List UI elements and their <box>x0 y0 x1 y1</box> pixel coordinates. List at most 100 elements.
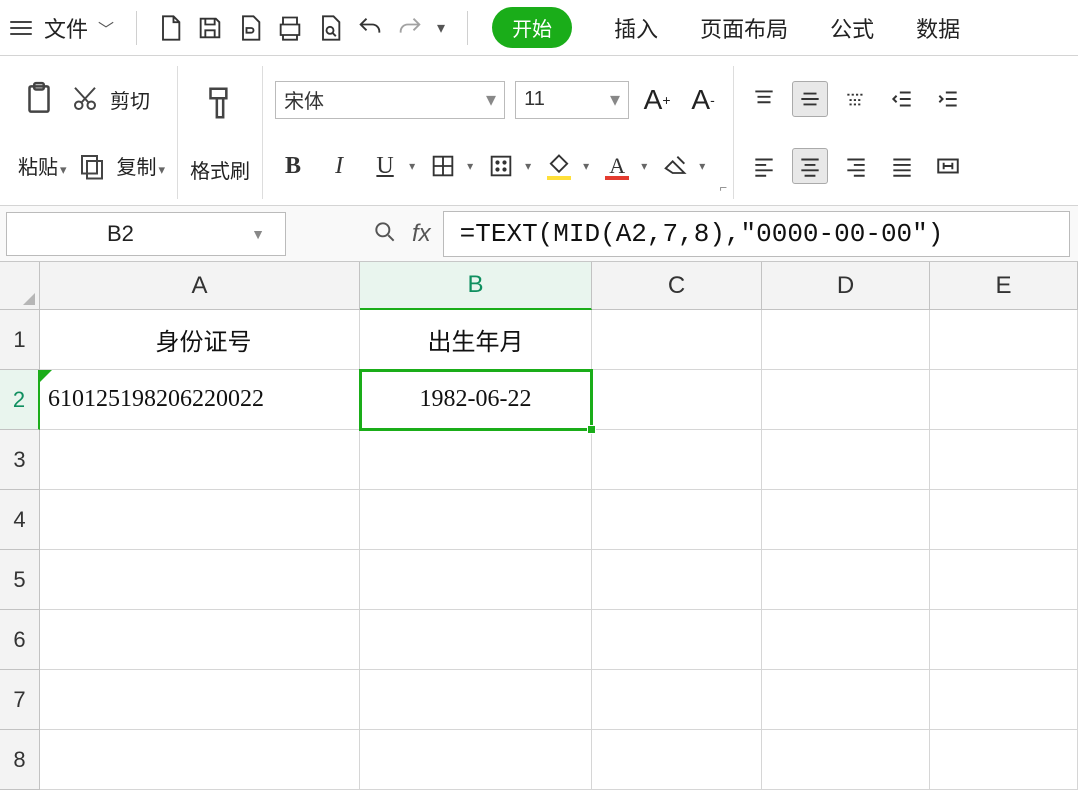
cell-B1[interactable]: 出生年月 <box>360 310 592 370</box>
cut-icon[interactable] <box>70 78 100 120</box>
col-header-E[interactable]: E <box>930 262 1078 310</box>
cell-D3[interactable] <box>762 430 930 490</box>
tab-start[interactable]: 开始 <box>492 7 572 48</box>
cell-D2[interactable] <box>762 370 930 430</box>
align-bottom-button[interactable] <box>838 81 874 117</box>
chevron-down-icon[interactable]: ▾ <box>467 159 473 173</box>
align-right-button[interactable] <box>838 148 874 184</box>
formula-input[interactable]: =TEXT(MID(A2,7,8),"0000-00-00") <box>443 211 1070 257</box>
redo-icon[interactable] <box>393 11 427 45</box>
cell-C2[interactable] <box>592 370 762 430</box>
underline-button[interactable]: U <box>367 148 403 184</box>
cell-D7[interactable] <box>762 670 930 730</box>
menu-icon[interactable] <box>8 15 34 41</box>
print-icon[interactable] <box>273 11 307 45</box>
chevron-down-icon[interactable]: ▾ <box>699 159 705 173</box>
cell-B8[interactable] <box>360 730 592 790</box>
bold-button[interactable]: B <box>275 148 311 184</box>
align-top-button[interactable] <box>746 81 782 117</box>
cell-B5[interactable] <box>360 550 592 610</box>
cell-B3[interactable] <box>360 430 592 490</box>
print-preview-icon[interactable] <box>313 11 347 45</box>
chevron-down-icon[interactable]: ▾ <box>525 159 531 173</box>
increase-indent-button[interactable] <box>930 81 966 117</box>
font-name-select[interactable]: 宋体 ▾ <box>275 81 505 119</box>
cell-B4[interactable] <box>360 490 592 550</box>
font-decrease-button[interactable]: A- <box>685 82 721 118</box>
tab-formulas[interactable]: 公式 <box>830 12 874 44</box>
italic-button[interactable]: I <box>321 148 357 184</box>
cell-B7[interactable] <box>360 670 592 730</box>
paste-icon[interactable] <box>18 78 60 120</box>
font-increase-button[interactable]: A+ <box>639 82 675 118</box>
cell-D1[interactable] <box>762 310 930 370</box>
tab-page-layout[interactable]: 页面布局 <box>700 12 788 44</box>
decrease-indent-button[interactable] <box>884 81 920 117</box>
row-header-4[interactable]: 4 <box>0 490 40 550</box>
cell-A1[interactable]: 身份证号 <box>40 310 360 370</box>
cell-D4[interactable] <box>762 490 930 550</box>
copy-label[interactable]: 复制▾ <box>117 151 166 180</box>
row-header-1[interactable]: 1 <box>0 310 40 370</box>
paste-label[interactable]: 粘贴▾ <box>18 151 67 180</box>
spreadsheet-grid[interactable]: A B C D E 1 身份证号 出生年月 2 6101251982062200… <box>0 262 1078 790</box>
align-center-button[interactable] <box>792 148 828 184</box>
clear-format-button[interactable] <box>657 148 693 184</box>
cell-E7[interactable] <box>930 670 1078 730</box>
cell-E6[interactable] <box>930 610 1078 670</box>
format-painter-icon[interactable] <box>199 82 241 124</box>
chevron-down-icon[interactable]: ▾ <box>409 159 415 173</box>
fill-pattern-button[interactable] <box>483 148 519 184</box>
copy-icon[interactable] <box>77 145 107 187</box>
cell-E1[interactable] <box>930 310 1078 370</box>
col-header-A[interactable]: A <box>40 262 360 310</box>
merge-cells-button[interactable] <box>930 148 966 184</box>
fill-color-button[interactable] <box>541 148 577 184</box>
cell-E3[interactable] <box>930 430 1078 490</box>
align-middle-button[interactable] <box>792 81 828 117</box>
row-header-5[interactable]: 5 <box>0 550 40 610</box>
cell-A6[interactable] <box>40 610 360 670</box>
save-icon[interactable] <box>193 11 227 45</box>
align-left-button[interactable] <box>746 148 782 184</box>
name-box[interactable]: B2 ▼ <box>6 212 286 256</box>
cell-E8[interactable] <box>930 730 1078 790</box>
cell-D8[interactable] <box>762 730 930 790</box>
cell-C6[interactable] <box>592 610 762 670</box>
row-header-8[interactable]: 8 <box>0 730 40 790</box>
cell-B2[interactable]: 1982-06-22 <box>360 370 592 430</box>
undo-icon[interactable] <box>353 11 387 45</box>
cell-C1[interactable] <box>592 310 762 370</box>
cell-C7[interactable] <box>592 670 762 730</box>
fill-handle[interactable] <box>587 425 596 434</box>
cell-C8[interactable] <box>592 730 762 790</box>
file-menu[interactable]: 文件 <box>44 12 88 44</box>
col-header-C[interactable]: C <box>592 262 762 310</box>
cell-C5[interactable] <box>592 550 762 610</box>
cell-A2[interactable]: 610125198206220022 <box>40 370 360 430</box>
select-all-corner[interactable] <box>0 262 40 310</box>
cell-A3[interactable] <box>40 430 360 490</box>
tab-insert[interactable]: 插入 <box>614 12 658 44</box>
justify-button[interactable] <box>884 148 920 184</box>
cell-A4[interactable] <box>40 490 360 550</box>
cell-A7[interactable] <box>40 670 360 730</box>
cell-A5[interactable] <box>40 550 360 610</box>
export-pdf-icon[interactable] <box>233 11 267 45</box>
qat-more-icon[interactable]: ▾ <box>437 18 445 38</box>
cell-B6[interactable] <box>360 610 592 670</box>
cell-D6[interactable] <box>762 610 930 670</box>
row-header-3[interactable]: 3 <box>0 430 40 490</box>
cell-C4[interactable] <box>592 490 762 550</box>
col-header-D[interactable]: D <box>762 262 930 310</box>
font-size-select[interactable]: 11 ▾ <box>515 81 629 119</box>
borders-button[interactable] <box>425 148 461 184</box>
fx-icon[interactable]: fx <box>412 220 431 248</box>
tab-data[interactable]: 数据 <box>916 12 960 44</box>
row-header-2[interactable]: 2 <box>0 370 40 430</box>
cell-C3[interactable] <box>592 430 762 490</box>
cell-E5[interactable] <box>930 550 1078 610</box>
cell-E2[interactable] <box>930 370 1078 430</box>
new-file-icon[interactable] <box>153 11 187 45</box>
col-header-B[interactable]: B <box>360 262 592 310</box>
